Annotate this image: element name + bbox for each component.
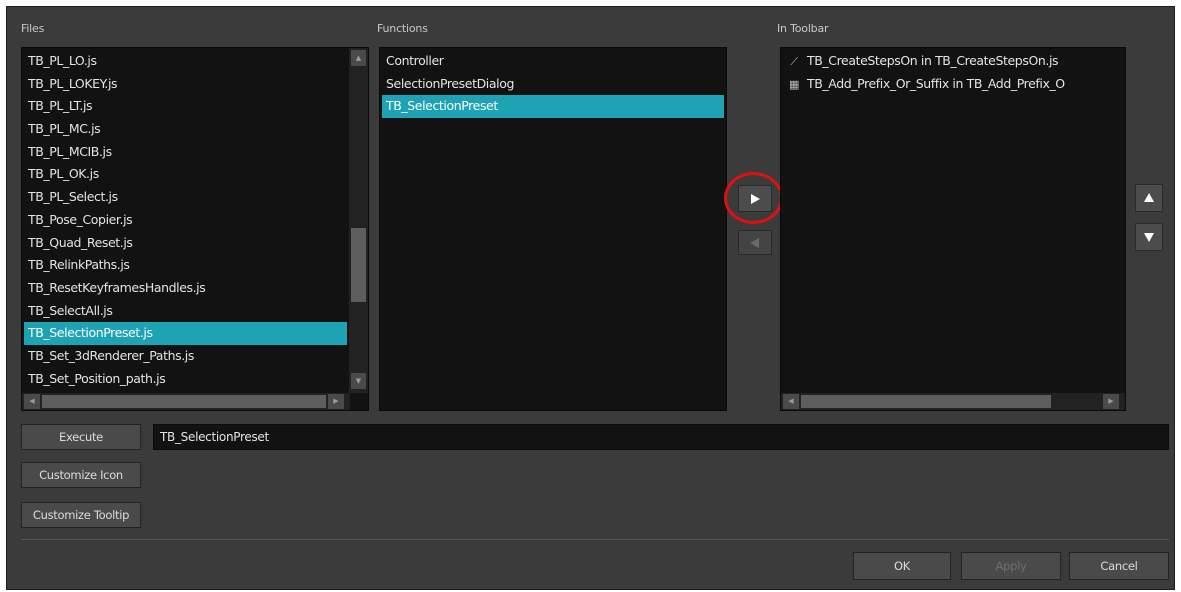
files-list-item[interactable]: TB_PL_LT.js [24,95,347,118]
arrow-up-icon [1144,193,1154,202]
scroll-left-arrow-icon[interactable]: ◀ [783,394,799,409]
toolbar-horizontal-scrollbar[interactable]: ◀ ▶ [781,393,1125,410]
scroll-down-arrow-icon[interactable]: ▼ [351,373,366,389]
toolbar-list-item[interactable]: ▦ TB_Add_Prefix_Or_Suffix in TB_Add_Prefi… [783,73,1123,96]
arrow-left-icon [750,237,759,248]
files-vertical-scrollbar[interactable]: ▲ ▼ [349,48,368,393]
functions-list-item[interactable]: SelectionPresetDialog [382,73,724,96]
ok-button[interactable]: OK [853,552,951,580]
files-list-item[interactable]: TB_Set_Position_path.js [24,368,347,391]
files-list-item[interactable]: TB_ResetKeyframesHandles.js [24,277,347,300]
add-to-toolbar-button[interactable] [738,185,772,212]
move-up-button[interactable] [1135,184,1163,212]
toolbar-item-label: TB_CreateStepsOn in TB_CreateStepsOn.js [807,53,1059,68]
functions-list-item[interactable]: TB_SelectionPreset [382,95,724,119]
files-list-item[interactable]: TB_PL_Select.js [24,186,347,209]
files-list-item[interactable]: TB_Set_3dRenderer_Paths.js [24,345,347,368]
files-list[interactable]: TB_PL_LO.js TB_PL_LOKEY.js TB_PL_LT.js TB_P… [21,47,369,411]
execute-button[interactable]: Execute [21,424,141,450]
in-toolbar-label: In Toolbar [777,22,829,35]
files-list-item[interactable]: TB_PL_MCIB.js [24,141,347,164]
files-list-item[interactable]: TB_Pose_Copier.js [24,209,347,232]
functions-list[interactable]: Controller SelectionPresetDialog TB_Select… [379,47,727,411]
files-list-item[interactable]: TB_Quad_Reset.js [24,232,347,255]
files-list-item[interactable]: TB_PL_OK.js [24,163,347,186]
scroll-left-arrow-icon[interactable]: ◀ [24,394,40,409]
functions-label: Functions [377,22,428,35]
files-label: Files [21,22,45,35]
scrollbar-thumb[interactable] [351,228,366,302]
files-horizontal-scrollbar[interactable]: ◀ ▶ [22,393,350,410]
move-down-button[interactable] [1135,223,1163,251]
customize-tooltip-button[interactable]: Customize Tooltip [21,502,141,528]
scroll-right-arrow-icon[interactable]: ▶ [1103,394,1119,409]
files-list-item[interactable]: TB_PL_LO.js [24,50,347,73]
toolbar-list-item[interactable]: ⟋ TB_CreateStepsOn in TB_CreateStepsOn.js [783,50,1123,73]
scrollbar-thumb[interactable] [42,395,326,408]
customize-icon-button[interactable]: Customize Icon [21,462,141,488]
toolbar-item-label: TB_Add_Prefix_Or_Suffix in TB_Add_Prefix… [807,75,1065,91]
functions-list-item[interactable]: Controller [382,50,724,73]
toolbar-manager-dialog: Files Functions In Toolbar TB_PL_LO.js TB… [6,6,1175,590]
execute-field[interactable]: TB_SelectionPreset [153,424,1169,450]
files-list-item[interactable]: TB_RelinkPaths.js [24,254,347,277]
apply-button[interactable]: Apply [961,552,1061,580]
files-list-item[interactable]: TB_SelectionPreset.js [24,322,347,345]
arrow-down-icon [1144,233,1154,242]
files-list-item[interactable]: TB_PL_MC.js [24,118,347,141]
cancel-button[interactable]: Cancel [1069,552,1169,580]
curve-icon: ⟋ [790,55,798,68]
files-list-item[interactable]: TB_PL_LOKEY.js [24,73,347,96]
scrollbar-thumb[interactable] [801,395,1051,408]
prefix-suffix-icon: ▦ [789,77,799,91]
files-list-item[interactable]: TB_SelectAll.js [24,300,347,323]
in-toolbar-list[interactable]: ⟋ TB_CreateStepsOn in TB_CreateStepsOn.js… [780,47,1126,411]
divider [21,539,1169,540]
remove-from-toolbar-button[interactable] [738,230,772,255]
scroll-up-arrow-icon[interactable]: ▲ [351,50,366,66]
arrow-right-icon [751,193,760,204]
scroll-right-arrow-icon[interactable]: ▶ [328,394,344,409]
